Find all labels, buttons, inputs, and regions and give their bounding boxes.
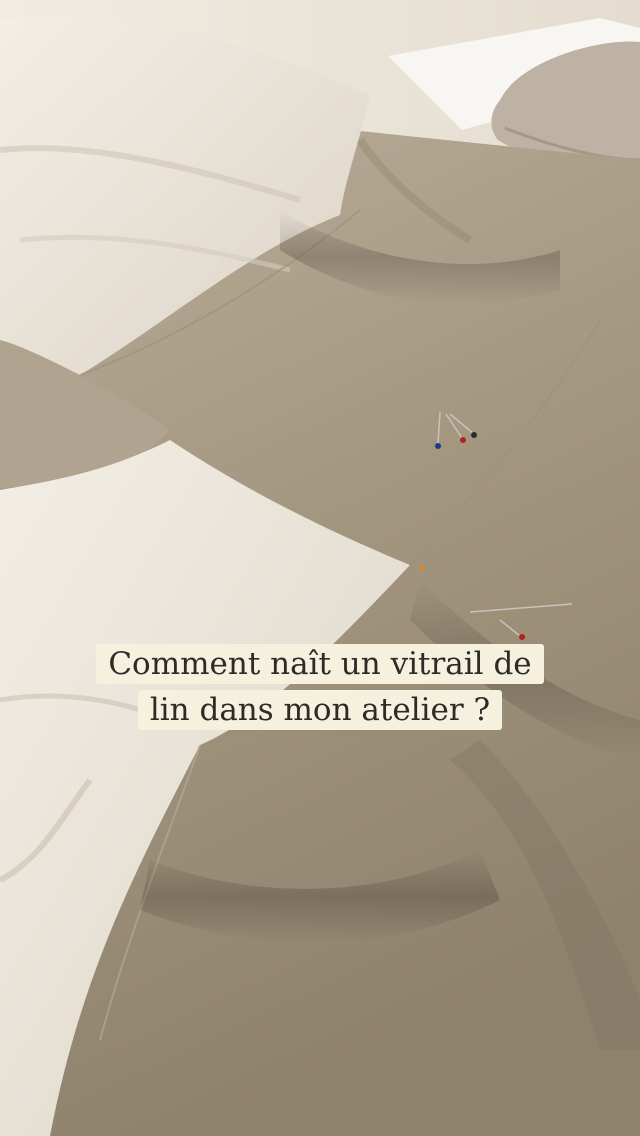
caption-line-2: lin dans mon atelier ? — [137, 690, 503, 730]
caption-line-1-wrap: Comment naît un vitrail de — [0, 644, 640, 684]
photo-frame: Comment naît un vitrail de lin dans mon … — [0, 0, 640, 1136]
linen-patchwork-photo — [0, 0, 640, 1136]
caption-line-2-wrap: lin dans mon atelier ? — [0, 690, 640, 730]
caption-line-1: Comment naît un vitrail de — [96, 644, 544, 684]
